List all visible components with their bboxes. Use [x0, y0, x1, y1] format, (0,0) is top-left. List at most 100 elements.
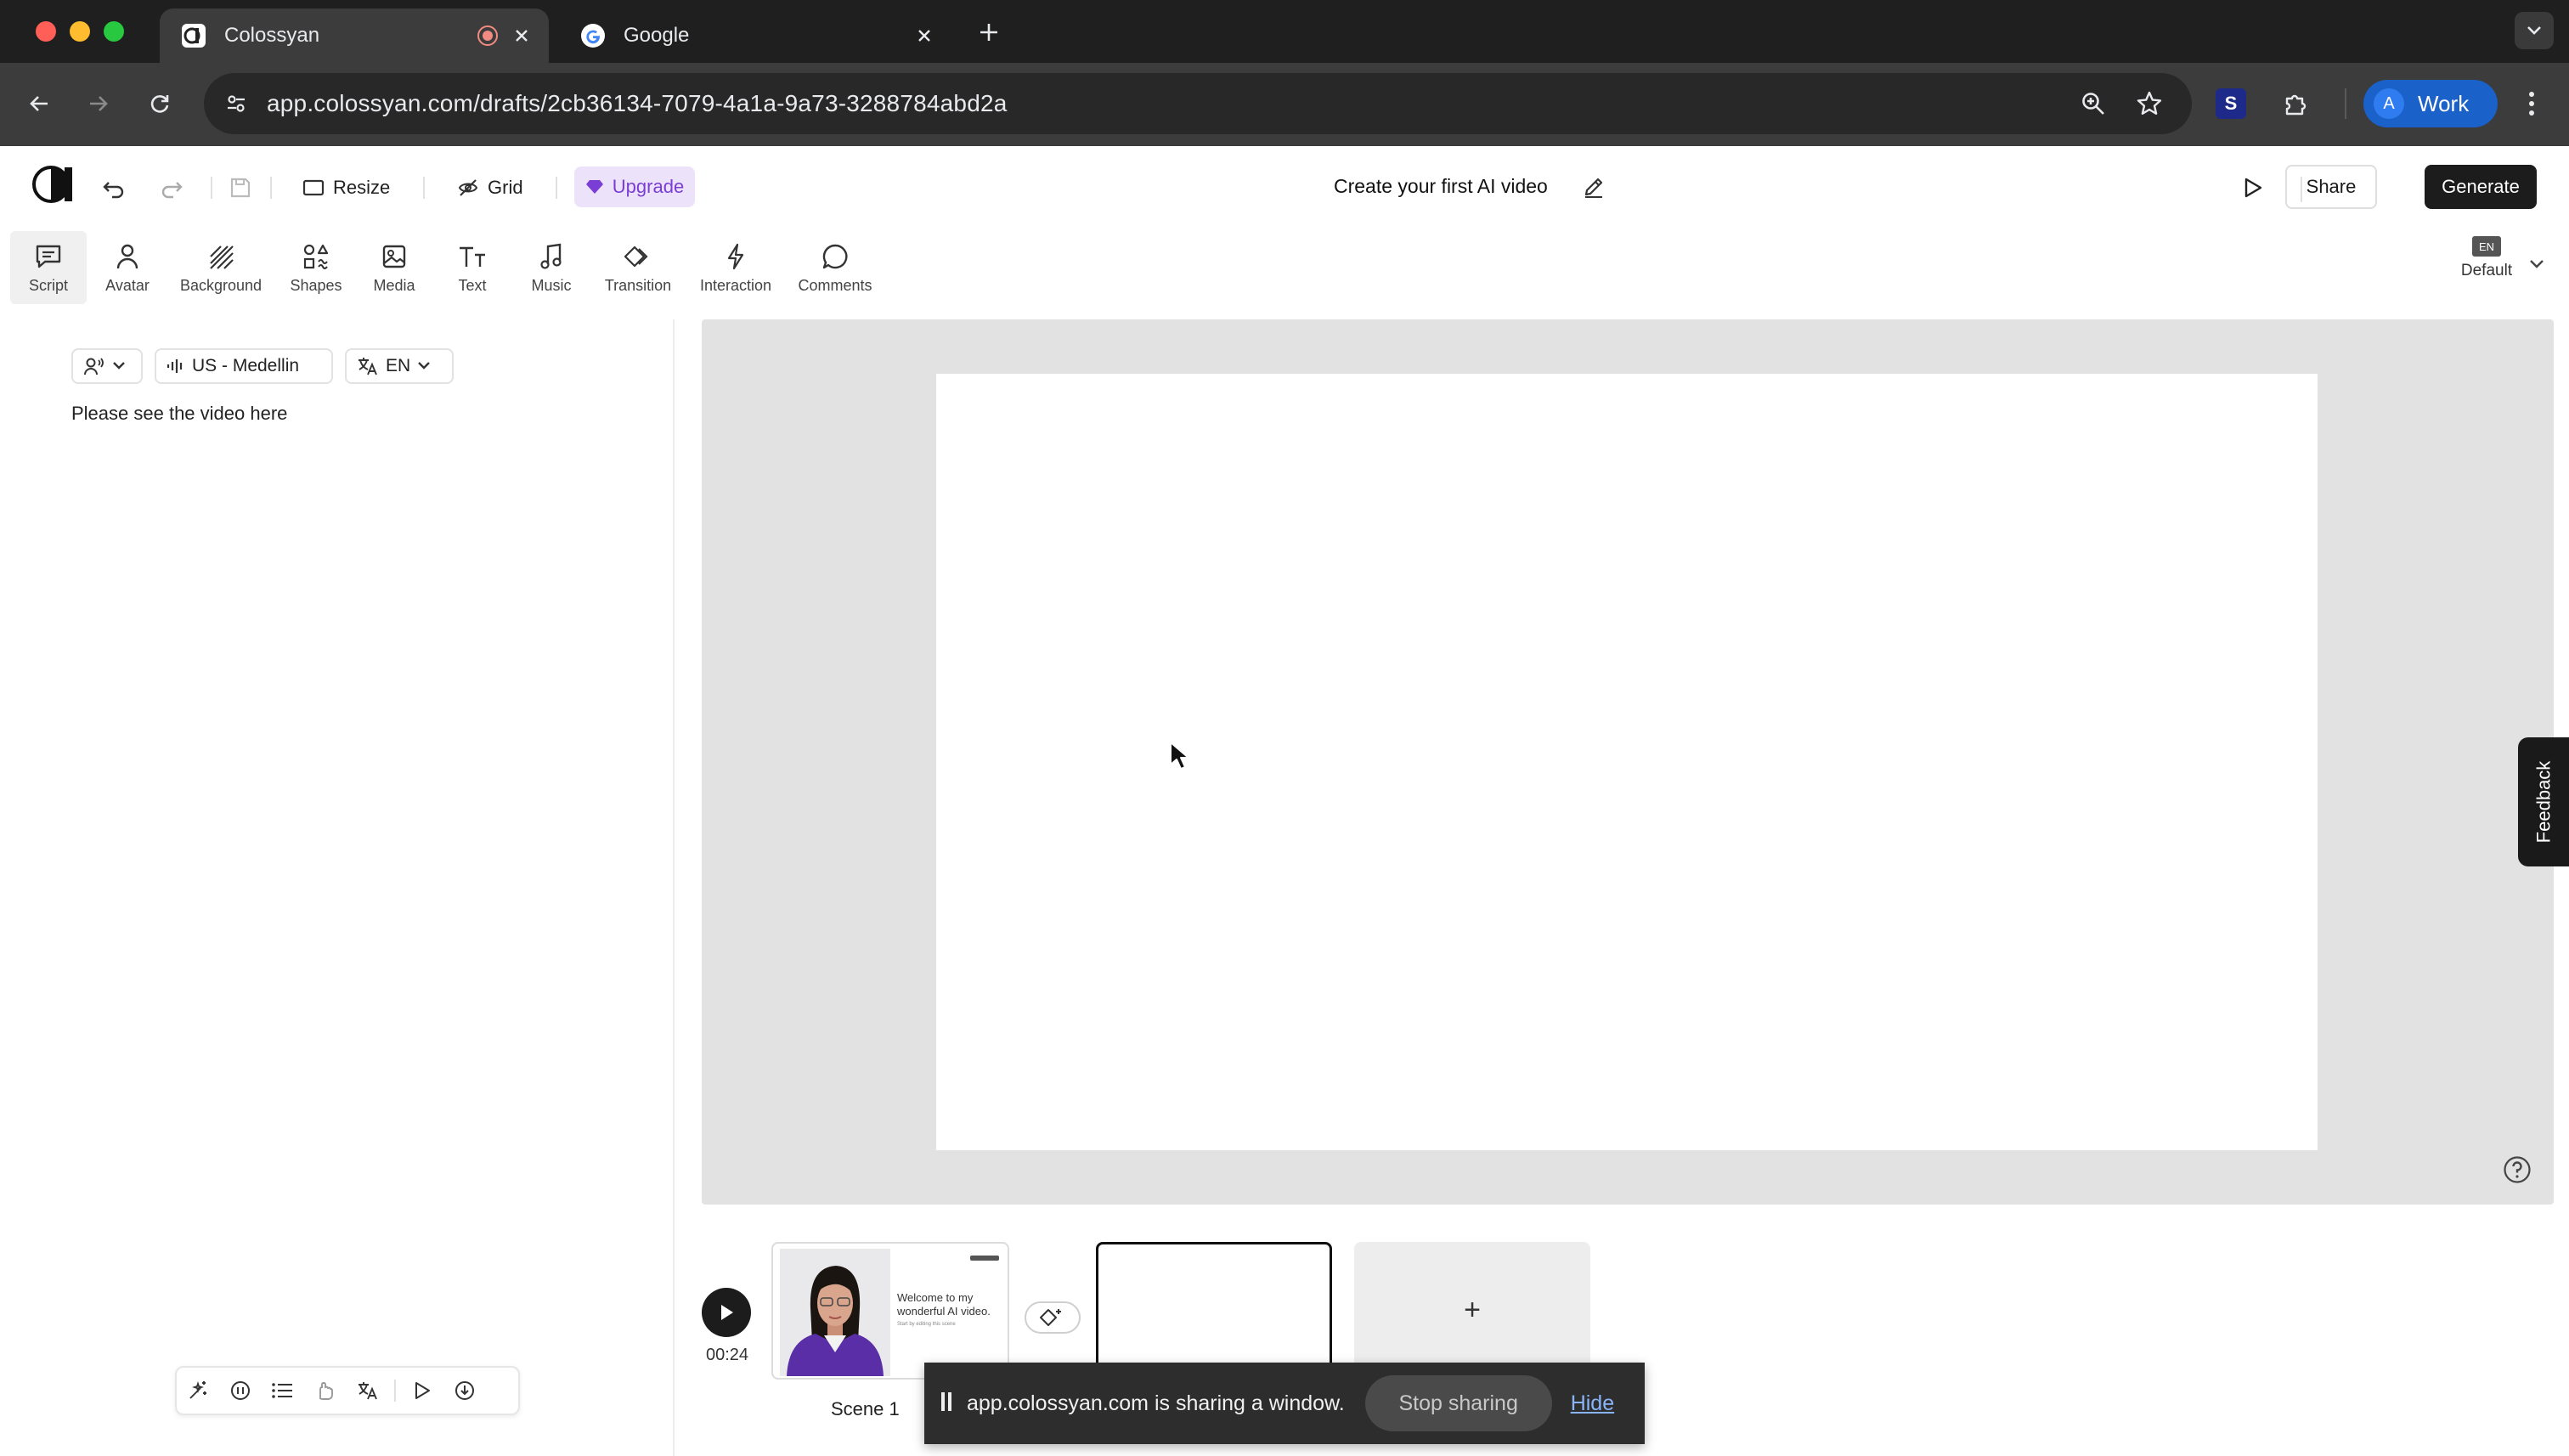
magic-wand-icon[interactable] — [177, 1369, 219, 1412]
voice-icon — [84, 358, 104, 375]
tool-media[interactable]: Media — [365, 231, 423, 304]
help-icon[interactable] — [2503, 1155, 2532, 1184]
voice-selector[interactable]: US - Medellin — [155, 348, 333, 384]
comments-icon — [820, 241, 850, 272]
chevron-down-icon — [418, 362, 431, 370]
tool-label: Script — [28, 276, 68, 294]
chevron-down-icon — [113, 362, 125, 370]
language-default-selector[interactable]: EN Default — [2448, 236, 2525, 296]
generate-button[interactable]: Generate — [2425, 165, 2537, 209]
tool-background[interactable]: Background — [173, 231, 268, 304]
scene-label: Scene 1 — [831, 1398, 900, 1419]
reload-button[interactable] — [138, 82, 182, 126]
tool-avatar[interactable]: Avatar — [97, 231, 158, 304]
hide-sharing-bar-link[interactable]: Hide — [1571, 1391, 1614, 1416]
redo-button[interactable] — [158, 166, 185, 209]
pronunciation-icon[interactable] — [262, 1369, 304, 1412]
feedback-tab[interactable]: Feedback — [2518, 737, 2569, 866]
gesture-icon[interactable] — [304, 1369, 347, 1412]
background-icon — [206, 241, 236, 272]
tool-music[interactable]: Music — [522, 231, 581, 304]
window-maximize-button[interactable] — [104, 21, 124, 42]
extensions-puzzle-icon[interactable] — [2277, 85, 2314, 122]
sharing-message: app.colossyan.com is sharing a window. — [967, 1391, 1345, 1415]
undo-button[interactable] — [100, 166, 127, 209]
scene-transition-button[interactable] — [1025, 1301, 1081, 1334]
tool-label: Media — [373, 276, 415, 294]
play-all-button[interactable] — [702, 1288, 751, 1337]
tool-label: Comments — [798, 276, 872, 294]
extension-s-icon[interactable]: S — [2216, 88, 2246, 119]
back-button[interactable] — [17, 82, 61, 126]
tool-text[interactable]: Text — [447, 231, 498, 304]
screen-sharing-bar: app.colossyan.com is sharing a window. S… — [924, 1363, 1645, 1444]
grid-label: Grid — [488, 177, 523, 198]
zoom-icon[interactable] — [2075, 85, 2112, 122]
add-scene-button[interactable]: + — [1354, 1242, 1590, 1378]
forward-button[interactable] — [76, 82, 121, 126]
save-icon[interactable] — [228, 166, 253, 209]
text-icon — [457, 241, 488, 272]
share-button[interactable]: Share — [2285, 165, 2377, 209]
upgrade-button[interactable]: Upgrade — [574, 166, 695, 207]
tab-title: Colossyan — [224, 24, 320, 47]
tool-shapes[interactable]: Shapes — [284, 231, 348, 304]
scene-canvas[interactable] — [936, 374, 2318, 1150]
play-script-icon[interactable] — [401, 1369, 443, 1412]
new-tab-button[interactable] — [970, 14, 1008, 51]
bookmark-star-icon[interactable] — [2131, 85, 2168, 122]
window-minimize-button[interactable] — [70, 21, 90, 42]
edit-title-icon[interactable] — [1582, 175, 1606, 199]
resize-button[interactable]: Resize — [302, 166, 390, 209]
grid-button[interactable]: Grid — [457, 166, 523, 209]
transition-icon — [623, 241, 653, 272]
tool-script[interactable]: Script — [10, 231, 87, 304]
script-language: EN — [386, 356, 411, 375]
project-title[interactable]: Create your first AI video — [1334, 175, 1548, 198]
close-tab-icon[interactable] — [907, 19, 941, 53]
script-panel — [22, 319, 675, 1456]
header-divider — [211, 177, 212, 199]
tool-interaction[interactable]: Interaction — [693, 231, 778, 304]
colossyan-favicon-icon — [180, 22, 207, 49]
tool-label: Background — [179, 276, 263, 294]
script-language-selector[interactable]: EN — [345, 348, 454, 384]
colossyan-logo-icon[interactable] — [31, 161, 76, 207]
play-icon — [721, 1305, 733, 1320]
tool-label: Shapes — [290, 276, 342, 294]
scene-thumbnail-1[interactable]: Welcome to my wonderful AI video. Start … — [771, 1242, 1009, 1380]
browser-menu-icon[interactable] — [2513, 85, 2550, 122]
header-divider — [423, 177, 425, 199]
voice-settings-dropdown[interactable] — [71, 348, 143, 384]
preview-play-icon[interactable] — [2239, 175, 2265, 200]
tool-label: Interaction — [699, 276, 772, 294]
tab-title: Google — [624, 24, 690, 47]
pause-insert-icon[interactable] — [219, 1369, 262, 1412]
translate-icon[interactable] — [347, 1369, 389, 1412]
url-text[interactable]: app.colossyan.com/drafts/2cb36134-7079-4… — [267, 90, 1008, 117]
scene-thumbnail-text: Welcome to my wonderful AI video. — [897, 1291, 991, 1318]
tool-label: Text — [458, 276, 487, 294]
profile-button[interactable]: A Work — [2363, 80, 2498, 127]
site-info-icon[interactable] — [219, 87, 253, 121]
tab-google[interactable]: Google — [559, 8, 951, 63]
script-text-editor[interactable]: Please see the video here — [71, 403, 287, 425]
tab-search-button[interactable] — [2515, 12, 2554, 49]
resize-label: Resize — [333, 177, 391, 198]
stop-sharing-button[interactable]: Stop sharing — [1364, 1375, 1552, 1431]
scene-thumbnail-2[interactable] — [1096, 1242, 1332, 1376]
transition-icon — [1040, 1309, 1061, 1326]
recording-icon — [471, 19, 505, 53]
voice-name: US - Medellin — [192, 356, 300, 375]
tool-transition[interactable]: Transition — [598, 231, 678, 304]
tab-colossyan[interactable]: Colossyan — [160, 8, 549, 63]
close-tab-icon[interactable] — [505, 19, 539, 53]
tool-label: Transition — [604, 276, 672, 294]
pause-sharing-icon[interactable] — [941, 1392, 953, 1414]
tool-comments[interactable]: Comments — [793, 231, 877, 304]
interaction-icon — [720, 241, 751, 272]
window-close-button[interactable] — [36, 21, 56, 42]
profile-label: Work — [2418, 90, 2470, 116]
chevron-down-icon[interactable] — [2528, 258, 2545, 272]
download-audio-icon[interactable] — [443, 1369, 486, 1412]
